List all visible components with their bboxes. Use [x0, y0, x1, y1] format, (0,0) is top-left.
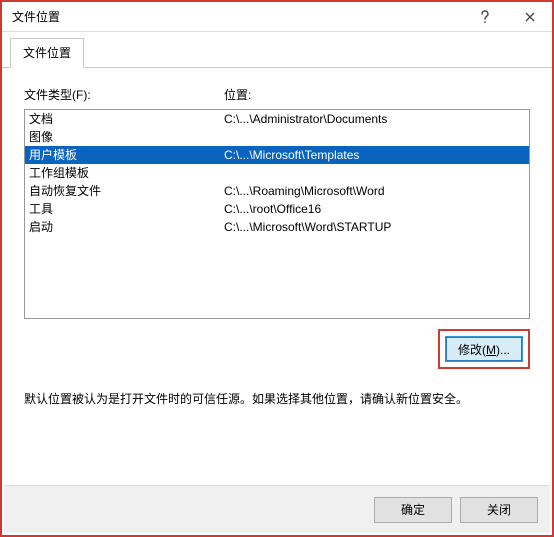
row-location: C:\...\Administrator\Documents — [224, 111, 525, 127]
row-type: 文档 — [29, 111, 224, 127]
tab-file-locations[interactable]: 文件位置 — [10, 38, 84, 68]
ok-button[interactable]: 确定 — [374, 497, 452, 523]
row-type: 自动恢复文件 — [29, 183, 224, 199]
close-icon — [525, 12, 535, 22]
row-location: C:\...\Roaming\Microsoft\Word — [224, 183, 525, 199]
row-location: C:\...\Microsoft\Templates — [224, 147, 525, 163]
list-row[interactable]: 图像 — [25, 128, 529, 146]
row-type: 工具 — [29, 201, 224, 217]
row-type: 图像 — [29, 129, 224, 145]
modify-button-area: 修改(M)... — [24, 329, 530, 369]
list-row[interactable]: 自动恢复文件C:\...\Roaming\Microsoft\Word — [25, 182, 529, 200]
row-location: C:\...\root\Office16 — [224, 201, 525, 217]
list-row[interactable]: 用户模板C:\...\Microsoft\Templates — [25, 146, 529, 164]
row-location: C:\...\Microsoft\Word\STARTUP — [224, 219, 525, 235]
window-title: 文件位置 — [12, 8, 462, 25]
file-locations-list[interactable]: 文档C:\...\Administrator\Documents图像用户模板C:… — [24, 109, 530, 319]
close-window-button[interactable] — [507, 2, 552, 32]
row-type: 用户模板 — [29, 147, 224, 163]
note-text: 默认位置被认为是打开文件时的可信任源。如果选择其他位置，请确认新位置安全。 — [24, 389, 494, 409]
titlebar: 文件位置 — [2, 2, 552, 32]
tabstrip: 文件位置 — [2, 32, 552, 68]
row-location — [224, 165, 525, 181]
help-button[interactable] — [462, 2, 507, 32]
header-location: 位置: — [224, 88, 251, 102]
row-type: 工作组模板 — [29, 165, 224, 181]
help-icon — [480, 10, 490, 24]
content-area: 文件类型(F): 位置: 文档C:\...\Administrator\Docu… — [2, 68, 552, 419]
row-location — [224, 129, 525, 145]
tab-label: 文件位置 — [23, 46, 71, 60]
close-button[interactable]: 关闭 — [460, 497, 538, 523]
list-row[interactable]: 文档C:\...\Administrator\Documents — [25, 110, 529, 128]
row-type: 启动 — [29, 219, 224, 235]
modify-button[interactable]: 修改(M)... — [445, 336, 523, 362]
header-file-type: 文件类型(F): — [24, 88, 91, 102]
list-headers: 文件类型(F): 位置: — [24, 86, 530, 103]
modify-highlight: 修改(M)... — [438, 329, 530, 369]
list-row[interactable]: 工作组模板 — [25, 164, 529, 182]
dialog-footer: 确定 关闭 — [4, 485, 550, 533]
list-row[interactable]: 启动C:\...\Microsoft\Word\STARTUP — [25, 218, 529, 236]
list-row[interactable]: 工具C:\...\root\Office16 — [25, 200, 529, 218]
